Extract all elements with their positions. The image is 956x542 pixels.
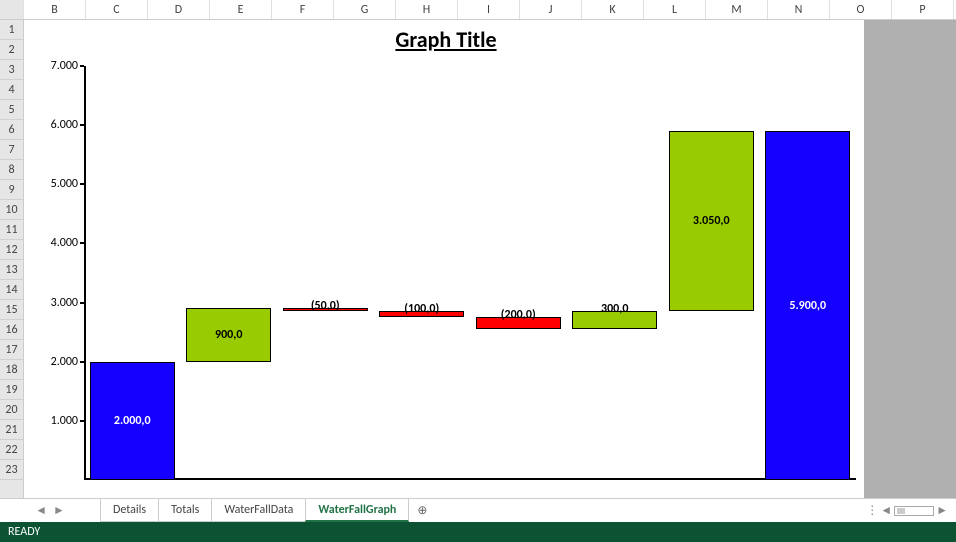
waterfall-bar-0[interactable]: 2.000,0 <box>90 362 175 480</box>
y-tick-label: 1.000 <box>51 414 78 428</box>
scroll-thumb[interactable] <box>897 508 905 514</box>
row-header-7[interactable]: 7 <box>0 140 23 160</box>
row-header-8[interactable]: 8 <box>0 160 23 180</box>
column-header-E[interactable]: E <box>210 0 272 19</box>
add-sheet-button[interactable]: ⊕ <box>408 499 436 522</box>
horizontal-scroll[interactable]: ⋮ ◄ ► <box>866 499 956 522</box>
y-tick-mark <box>80 302 84 304</box>
y-tick-mark <box>80 361 84 363</box>
column-header-B[interactable]: B <box>24 0 86 19</box>
y-tick-mark <box>80 183 84 185</box>
select-all-corner[interactable] <box>0 0 24 19</box>
sheet-tab-details[interactable]: Details <box>100 499 159 522</box>
row-header-23[interactable]: 23 <box>0 460 23 480</box>
chart-title: Graph Title <box>36 26 856 53</box>
chart-plot: 1.0002.0003.0004.0005.0006.0007.000 2.00… <box>84 66 856 480</box>
status-bar: READY <box>0 522 956 542</box>
divider-icon: ⋮ <box>866 503 878 518</box>
column-header-H[interactable]: H <box>396 0 458 19</box>
excel-window: BCDEFGHIJKLMNOP 123456789101112131415161… <box>0 0 956 542</box>
bar-label: (100,0) <box>380 302 463 316</box>
column-header-J[interactable]: J <box>520 0 582 19</box>
tab-nav-next-icon[interactable]: ► <box>53 503 65 518</box>
column-header-L[interactable]: L <box>644 0 706 19</box>
row-header-9[interactable]: 9 <box>0 180 23 200</box>
waterfall-bar-1[interactable]: 900,0 <box>186 308 271 361</box>
y-tick-label: 2.000 <box>51 355 78 369</box>
column-header-N[interactable]: N <box>768 0 830 19</box>
row-header-17[interactable]: 17 <box>0 340 23 360</box>
row-header-4[interactable]: 4 <box>0 80 23 100</box>
y-tick-label: 3.000 <box>51 296 78 310</box>
y-tick-mark <box>80 242 84 244</box>
bar-label: (200,0) <box>477 308 560 322</box>
bar-label: 3.050,0 <box>670 214 753 228</box>
sheet-tab-bar: ◄ ► DetailsTotalsWaterFallDataWaterFallG… <box>0 498 956 522</box>
embedded-chart[interactable]: Graph Title 1.0002.0003.0004.0005.0006.0… <box>36 26 856 480</box>
sheet-tab-totals[interactable]: Totals <box>158 499 212 522</box>
waterfall-bar-6[interactable]: 3.050,0 <box>669 131 754 311</box>
bar-label: 300,0 <box>573 302 656 316</box>
row-header-20[interactable]: 20 <box>0 400 23 420</box>
column-headers: BCDEFGHIJKLMNOP <box>0 0 956 20</box>
status-text: READY <box>8 525 40 539</box>
row-header-3[interactable]: 3 <box>0 60 23 80</box>
column-header-G[interactable]: G <box>334 0 396 19</box>
y-tick-mark <box>80 65 84 67</box>
bar-label: 2.000,0 <box>91 414 174 428</box>
bar-label: 5.900,0 <box>766 299 849 313</box>
column-header-I[interactable]: I <box>458 0 520 19</box>
column-header-P[interactable]: P <box>892 0 954 19</box>
plus-icon: ⊕ <box>417 503 427 518</box>
cells[interactable]: Graph Title 1.0002.0003.0004.0005.0006.0… <box>24 20 956 498</box>
y-axis: 1.0002.0003.0004.0005.0006.0007.000 <box>36 66 80 480</box>
waterfall-bar-4[interactable]: (200,0) <box>476 317 561 329</box>
column-header-D[interactable]: D <box>148 0 210 19</box>
chart-bars: 2.000,0 900,0 (50,0) (100,0) (200,0) 300,0 3.0… <box>84 66 856 480</box>
row-header-11[interactable]: 11 <box>0 220 23 240</box>
y-tick-mark <box>80 420 84 422</box>
column-header-F[interactable]: F <box>272 0 334 19</box>
row-header-16[interactable]: 16 <box>0 320 23 340</box>
row-header-5[interactable]: 5 <box>0 100 23 120</box>
column-header-O[interactable]: O <box>830 0 892 19</box>
row-header-1[interactable]: 1 <box>0 20 23 40</box>
tab-nav-prev-icon[interactable]: ◄ <box>35 503 47 518</box>
grid-area: 1234567891011121314151617181920212223 Gr… <box>0 20 956 498</box>
y-tick-label: 4.000 <box>51 236 78 250</box>
row-header-22[interactable]: 22 <box>0 440 23 460</box>
y-tick-label: 5.000 <box>51 177 78 191</box>
row-header-2[interactable]: 2 <box>0 40 23 60</box>
row-header-19[interactable]: 19 <box>0 380 23 400</box>
y-tick-label: 6.000 <box>51 118 78 132</box>
y-tick-mark <box>80 124 84 126</box>
row-header-14[interactable]: 14 <box>0 280 23 300</box>
sheet-tab-waterfalldata[interactable]: WaterFallData <box>211 499 306 522</box>
row-header-13[interactable]: 13 <box>0 260 23 280</box>
waterfall-bar-3[interactable]: (100,0) <box>379 311 464 317</box>
scroll-track[interactable] <box>894 506 934 516</box>
waterfall-bar-7[interactable]: 5.900,0 <box>765 131 850 480</box>
waterfall-bar-2[interactable]: (50,0) <box>283 308 368 311</box>
scroll-left-icon[interactable]: ◄ <box>880 503 892 518</box>
row-header-15[interactable]: 15 <box>0 300 23 320</box>
column-header-C[interactable]: C <box>86 0 148 19</box>
column-header-M[interactable]: M <box>706 0 768 19</box>
tab-nav-controls[interactable]: ◄ ► <box>0 499 100 522</box>
column-header-K[interactable]: K <box>582 0 644 19</box>
sheet-tab-waterfallgraph[interactable]: WaterFallGraph <box>305 499 409 522</box>
row-headers: 1234567891011121314151617181920212223 <box>0 20 24 498</box>
row-header-10[interactable]: 10 <box>0 200 23 220</box>
scroll-right-icon[interactable]: ► <box>936 503 948 518</box>
row-header-21[interactable]: 21 <box>0 420 23 440</box>
bar-label: 900,0 <box>187 328 270 342</box>
waterfall-bar-5[interactable]: 300,0 <box>572 311 657 329</box>
row-header-18[interactable]: 18 <box>0 360 23 380</box>
row-header-12[interactable]: 12 <box>0 240 23 260</box>
row-header-6[interactable]: 6 <box>0 120 23 140</box>
bar-label: (50,0) <box>284 299 367 313</box>
y-tick-label: 7.000 <box>51 59 78 73</box>
